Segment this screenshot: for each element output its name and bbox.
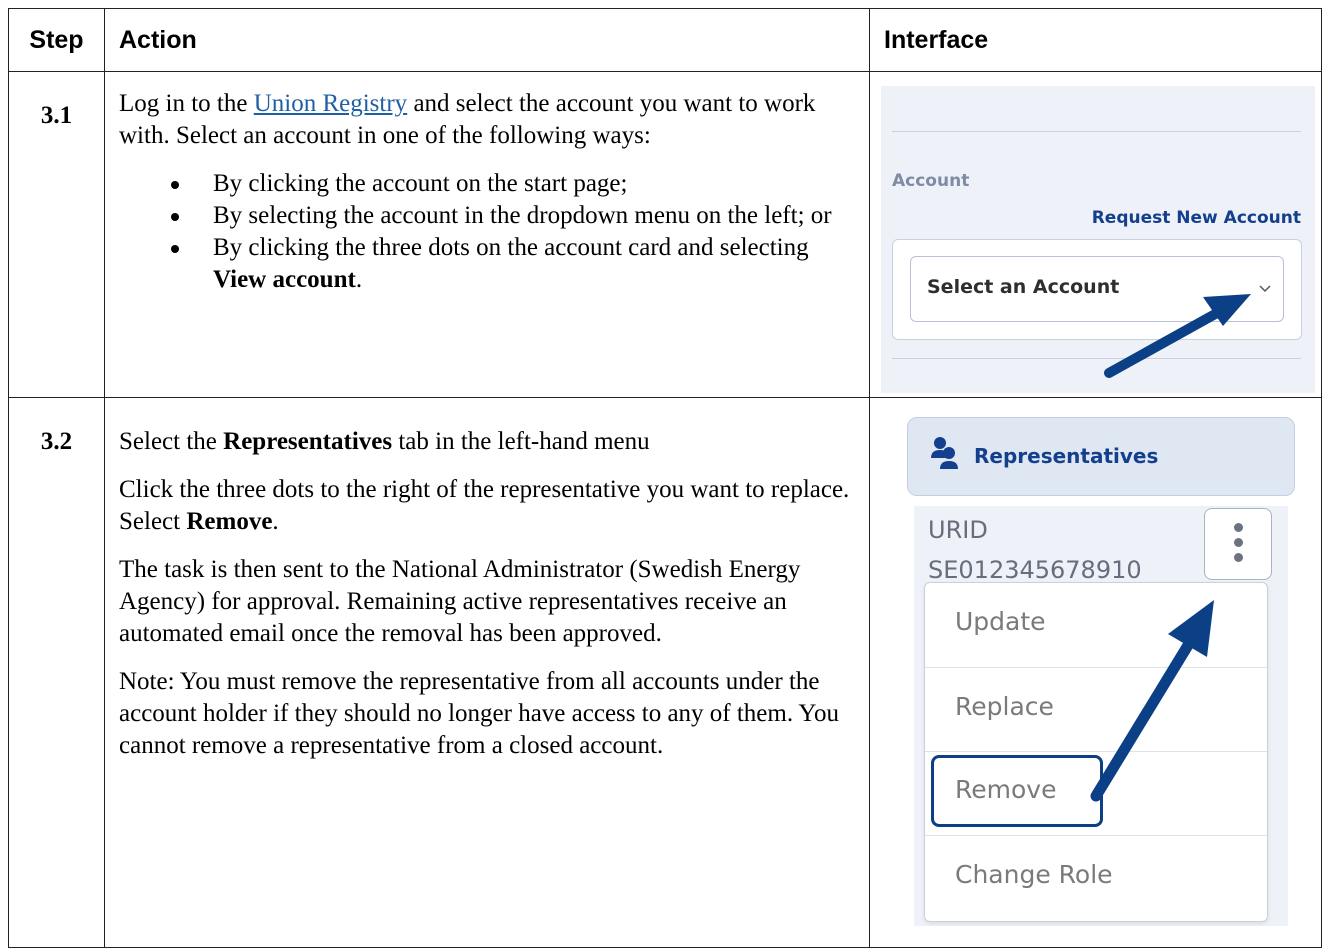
action-text: Select the xyxy=(119,428,224,455)
action-text: tab in the left-hand menu xyxy=(392,428,650,455)
menu-item-change-role[interactable]: Change Role xyxy=(925,836,1267,920)
step-row-3-2: 3.2 Select the Representatives tab in th… xyxy=(8,397,1322,948)
action-cell: Select the Representatives tab in the le… xyxy=(104,397,870,948)
urid-label: URID xyxy=(928,516,988,544)
action-paragraph: The task is then sent to the National Ad… xyxy=(119,556,801,647)
bold-text: Representatives xyxy=(223,428,393,455)
users-icon xyxy=(931,437,958,469)
step-header: Step xyxy=(8,8,105,72)
menu-label: Replace xyxy=(955,692,1054,721)
step-number: 3.1 xyxy=(8,71,105,398)
account-select-container: Select an Account xyxy=(892,239,1302,340)
header-row: Step Action Interface xyxy=(8,8,1322,72)
urid-block: URID SE012345678910 xyxy=(928,510,1142,590)
options-menu: Update Replace Remove Change Role xyxy=(924,582,1268,922)
bold-text: Remove xyxy=(186,508,273,535)
dot-icon xyxy=(1234,538,1243,547)
dot-icon xyxy=(1234,553,1243,562)
menu-label: Update xyxy=(955,607,1046,636)
account-label: Account xyxy=(892,171,970,191)
dot-icon xyxy=(1234,523,1243,532)
interface-cell: Account Request New Account Select an Ac… xyxy=(869,71,1322,398)
divider xyxy=(892,358,1301,359)
step-number: 3.2 xyxy=(8,397,105,948)
note-paragraph: Note: You must remove the representative… xyxy=(119,668,839,759)
action-paragraph: Click the three dots to the right of the… xyxy=(119,474,855,538)
account-panel-screenshot: Account Request New Account Select an Ac… xyxy=(881,86,1315,393)
action-paragraph: Log in to the Union Registry and select … xyxy=(119,88,855,152)
action-paragraph: Select the Representatives tab in the le… xyxy=(119,426,855,458)
tab-label: Representatives xyxy=(974,444,1159,468)
action-header: Action xyxy=(104,8,870,72)
menu-item-remove[interactable]: Remove xyxy=(931,755,1103,827)
account-select-label: Select an Account xyxy=(927,276,1120,298)
bullet-text: By clicking the three dots on the accoun… xyxy=(213,234,809,261)
divider xyxy=(892,131,1301,132)
tab-representatives[interactable]: Representatives xyxy=(907,417,1295,496)
more-options-button[interactable] xyxy=(1204,508,1272,580)
action-text: Log in to the xyxy=(119,90,254,117)
account-select[interactable]: Select an Account xyxy=(910,256,1284,322)
request-new-account-link[interactable]: Request New Account xyxy=(1092,208,1301,228)
menu-item-replace[interactable]: Replace xyxy=(925,668,1267,752)
chevron-down-icon xyxy=(1259,285,1271,293)
bullet-text: . xyxy=(355,266,363,293)
menu-label: Change Role xyxy=(955,860,1113,889)
bullet-item: By selecting the account in the dropdown… xyxy=(119,200,855,232)
menu-divider xyxy=(925,751,1267,752)
action-text: . xyxy=(272,508,279,535)
bullet-item: By clicking the three dots on the accoun… xyxy=(119,232,855,296)
union-registry-link[interactable]: Union Registry xyxy=(254,90,407,117)
bullet-item: By clicking the account on the start pag… xyxy=(119,168,855,200)
bullet-list: By clicking the account on the start pag… xyxy=(119,168,855,296)
interface-cell: Representatives URID SE012345678910 Upda… xyxy=(869,397,1322,948)
action-cell: Log in to the Union Registry and select … xyxy=(104,71,870,398)
menu-item-update[interactable]: Update xyxy=(925,583,1267,667)
step-row-3-1: 3.1 Log in to the Union Registry and sel… xyxy=(8,71,1322,398)
representatives-panel-screenshot: Representatives URID SE012345678910 Upda… xyxy=(870,398,1318,926)
bold-text: View account xyxy=(213,266,356,293)
instructions-table: Step Action Interface 3.1 Log in to the … xyxy=(8,8,1322,948)
interface-header: Interface xyxy=(869,8,1322,72)
menu-label: Remove xyxy=(955,775,1057,804)
